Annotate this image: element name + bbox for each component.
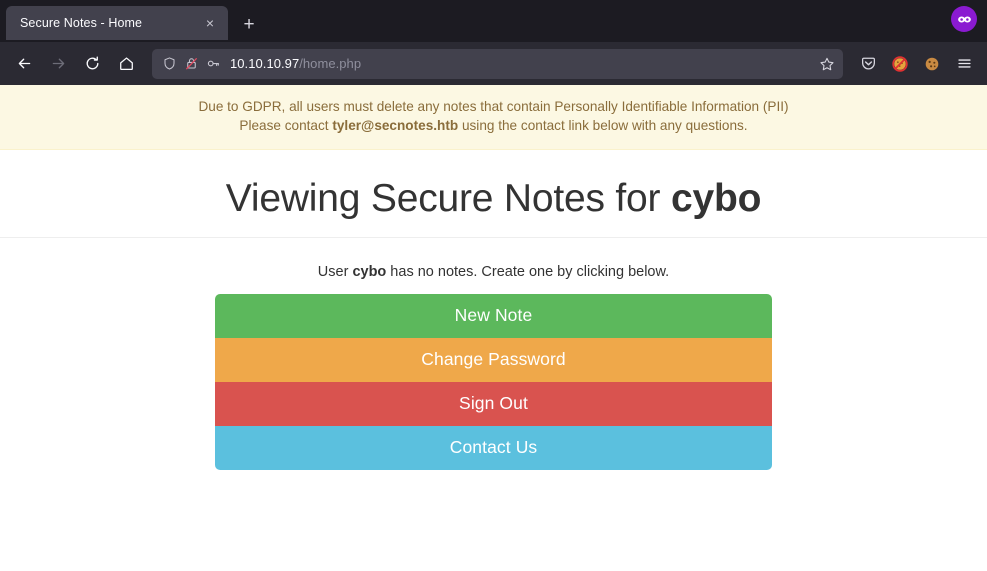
navigation-toolbar: 10.10.10.97/home.php: [0, 42, 987, 85]
gdpr-alert-line-2-after: using the contact link below with any qu…: [458, 118, 747, 133]
url-host: 10.10.10.97: [230, 56, 299, 71]
page-title-username: cybo: [671, 177, 761, 220]
change-password-button[interactable]: Change Password: [215, 338, 772, 382]
page-header: Viewing Secure Notes for cybo: [0, 150, 987, 239]
home-icon[interactable]: [110, 49, 142, 79]
back-icon[interactable]: [8, 49, 40, 79]
sign-out-button[interactable]: Sign Out: [215, 382, 772, 426]
shield-icon[interactable]: [162, 56, 177, 71]
page-title-prefix: Viewing Secure Notes for: [226, 177, 671, 220]
browser-window: Secure Notes - Home × +: [0, 0, 987, 571]
gdpr-alert-line-2-before: Please contact: [239, 118, 332, 133]
pocket-icon[interactable]: [853, 49, 883, 79]
no-notes-username: cybo: [352, 264, 386, 280]
cookie-blocked-icon[interactable]: [885, 49, 915, 79]
url-path: /home.php: [299, 56, 361, 71]
gdpr-alert-banner: Due to GDPR, all users must delete any n…: [0, 85, 987, 150]
gdpr-alert-line-2: Please contact tyler@secnotes.htb using …: [16, 116, 971, 135]
no-notes-message: User cybo has no notes. Create one by cl…: [0, 238, 987, 294]
no-notes-after: has no notes. Create one by clicking bel…: [386, 264, 669, 280]
new-tab-icon[interactable]: +: [234, 9, 264, 39]
lock-insecure-icon[interactable]: [184, 56, 199, 71]
page-title: Viewing Secure Notes for cybo: [15, 178, 972, 221]
new-note-button[interactable]: New Note: [215, 294, 772, 338]
hamburger-menu-icon[interactable]: [949, 49, 979, 79]
key-icon[interactable]: [206, 56, 221, 71]
gdpr-alert-line-1: Due to GDPR, all users must delete any n…: [16, 97, 971, 116]
no-notes-before: User: [318, 264, 353, 280]
page-viewport: Due to GDPR, all users must delete any n…: [0, 85, 987, 571]
cookie-icon[interactable]: [917, 49, 947, 79]
forward-icon: [42, 49, 74, 79]
reload-icon[interactable]: [76, 49, 108, 79]
tab-title: Secure Notes - Home: [20, 16, 200, 30]
close-icon[interactable]: ×: [200, 13, 220, 33]
tab-secure-notes-home[interactable]: Secure Notes - Home ×: [6, 6, 228, 40]
contact-email: tyler@secnotes.htb: [332, 118, 458, 133]
tab-strip: Secure Notes - Home × +: [0, 0, 987, 42]
url-text[interactable]: 10.10.10.97/home.php: [230, 56, 812, 71]
action-button-stack: New Note Change Password Sign Out Contac…: [215, 294, 772, 470]
url-bar[interactable]: 10.10.10.97/home.php: [152, 49, 843, 79]
firefox-account-avatar[interactable]: [951, 6, 977, 32]
bookmark-star-icon[interactable]: [819, 56, 835, 72]
contact-us-button[interactable]: Contact Us: [215, 426, 772, 470]
